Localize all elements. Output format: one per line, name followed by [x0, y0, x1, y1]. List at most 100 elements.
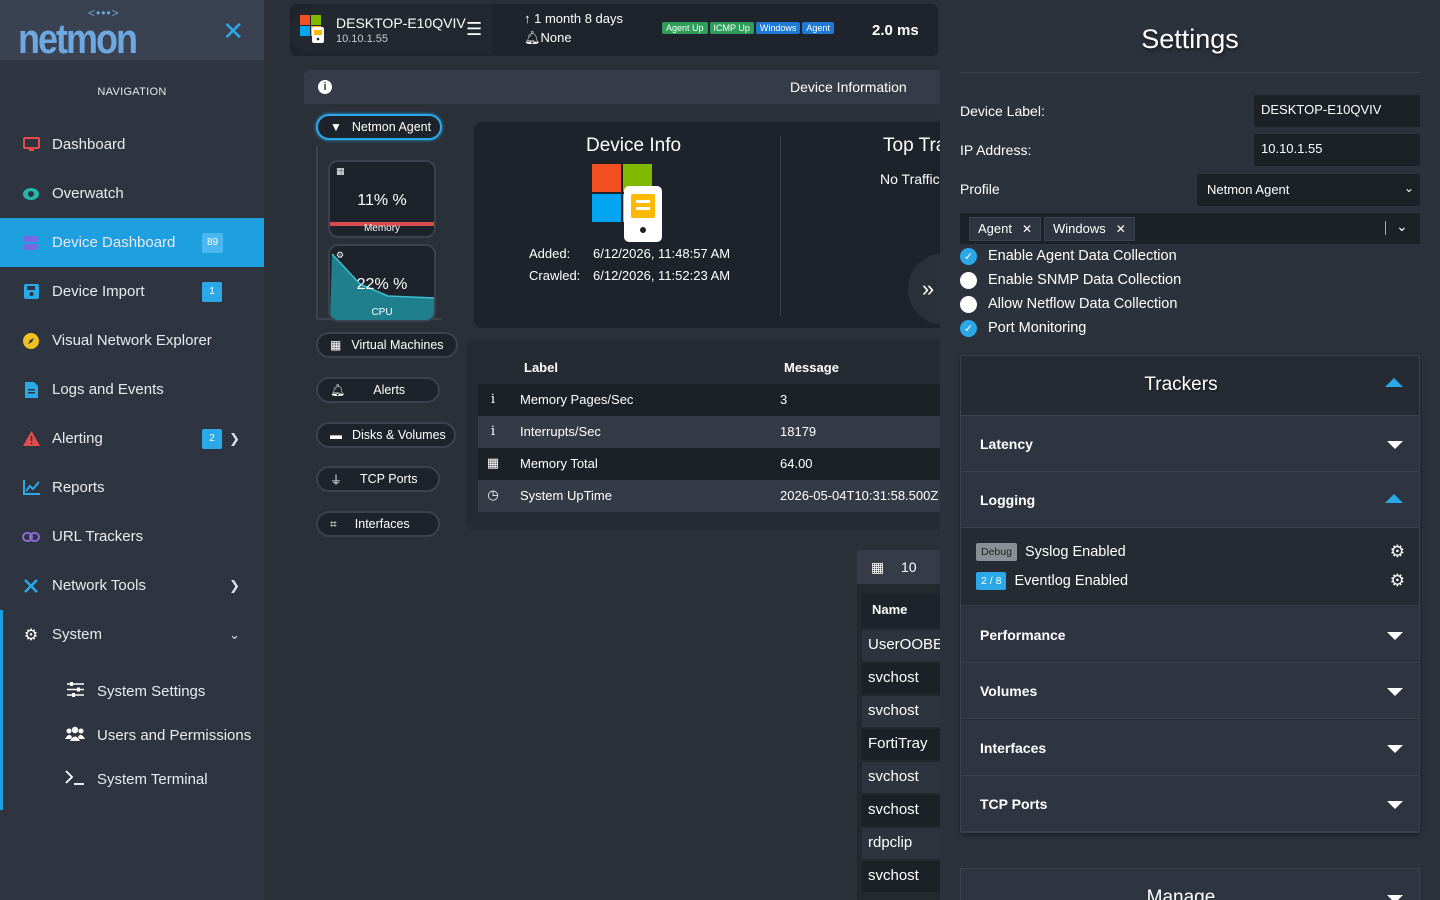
tcp-ports-button[interactable]: ⏚ TCP Ports [316, 466, 440, 492]
trackers-header[interactable]: Trackers [961, 356, 1419, 416]
accordion-performance[interactable]: Performance [961, 607, 1419, 663]
nav-item-visual-network-explorer[interactable]: Visual Network Explorer [0, 316, 264, 365]
chart-line-icon [22, 479, 40, 497]
ip-address-input[interactable]: 10.10.1.55 [1254, 134, 1420, 166]
device-pill[interactable]: DESKTOP-E10QVIV 10.10.1.55 ☰ [290, 6, 493, 54]
memory-gauge[interactable]: ▦ 11% % Memory [328, 160, 436, 238]
tools-icon [22, 577, 40, 595]
nav-item-logs-and-events[interactable]: Logs and Events [0, 365, 264, 414]
alerts-button[interactable]: 🔔︎ Alerts [316, 377, 440, 403]
clock-icon: ◷ [487, 488, 499, 503]
nav-item-url-trackers[interactable]: URL Trackers [0, 512, 264, 561]
nav-item-network-tools[interactable]: Network Tools ❯ [0, 561, 264, 610]
uptime: ↑ 1 month 8 days [524, 11, 623, 26]
link-icon [22, 528, 40, 546]
table-row[interactable]: i Interrupts/Sec 18179 [478, 416, 944, 448]
table-icon: ▦ [330, 338, 342, 352]
button-label: Virtual Machines [351, 338, 444, 352]
expand-caret-icon[interactable] [1387, 632, 1403, 640]
port-monitoring-checkbox[interactable]: ✓ Port Monitoring [960, 318, 1086, 338]
virtual-machines-button[interactable]: ▦ Virtual Machines [316, 332, 458, 358]
info-icon[interactable]: i [318, 80, 332, 94]
table-row[interactable]: ▦ Memory Total 64.00 [478, 448, 944, 480]
expand-caret-icon[interactable] [1387, 441, 1403, 449]
collapse-caret-icon[interactable] [1385, 378, 1403, 387]
col-label: Label [524, 360, 558, 375]
table-row[interactable]: svchost [862, 696, 941, 727]
hamburger-menu-icon[interactable]: ☰ [466, 19, 482, 40]
plug-icon: ⏚ [330, 472, 343, 487]
expand-caret-icon[interactable] [1387, 895, 1403, 900]
users-icon [65, 726, 85, 745]
nav-subitem-system-settings[interactable]: System Settings [3, 669, 264, 713]
profile-select[interactable]: Netmon Agent ⌄ [1197, 174, 1420, 206]
col-name[interactable]: Name [862, 594, 941, 628]
row-label: Memory Total [520, 456, 598, 471]
table-row[interactable]: FortiTray [862, 729, 941, 760]
tags-multiselect[interactable]: Agent ✕ Windows ✕ ⌄ [960, 213, 1420, 244]
chip-agent: Agent ✕ [969, 217, 1042, 241]
cpu-gauge[interactable]: ⚙ 22% % CPU [328, 244, 436, 322]
gear-icon[interactable]: ⚙ [1390, 542, 1405, 562]
nav-item-dashboard[interactable]: Dashboard [0, 120, 264, 169]
table-row[interactable]: svchost [862, 795, 941, 826]
table-row[interactable]: svchost [862, 861, 941, 892]
nav-label: System [52, 626, 103, 643]
remove-chip-icon[interactable]: ✕ [1022, 222, 1032, 236]
page-size-select[interactable]: 10 [901, 559, 917, 575]
remove-chip-icon[interactable]: ✕ [1116, 222, 1126, 236]
accordion-volumes[interactable]: Volumes [961, 663, 1419, 719]
snmp-collection-checkbox[interactable]: Enable SNMP Data Collection [960, 270, 1181, 290]
nav-label: Device Import [52, 283, 145, 300]
netmon-logo[interactable]: <•••> netmon [18, 6, 138, 62]
table-row[interactable]: ◷ System UpTime 2026-05-04T10:31:58.500Z [478, 480, 944, 512]
checkbox-label: Allow Netflow Data Collection [988, 296, 1178, 312]
tag-agent-up: Agent Up [662, 22, 708, 34]
nav-item-device-import[interactable]: Device Import 1 [0, 267, 264, 316]
agent-collection-checkbox[interactable]: ✓ Enable Agent Data Collection [960, 246, 1177, 266]
manage-panel[interactable]: Manage [960, 868, 1420, 900]
button-label: TCP Ports [360, 472, 418, 486]
nav-item-system[interactable]: ⚙ System ⌄ [3, 610, 264, 659]
alerts-text: None [540, 30, 572, 45]
nav-item-alerting[interactable]: Alerting 2 ❯ [0, 414, 264, 463]
table-row[interactable]: rdpclip [862, 828, 941, 859]
tag-agent: Agent [802, 22, 834, 34]
table-header: Label Message [478, 348, 944, 384]
device-label-input[interactable]: DESKTOP-E10QVIV [1254, 95, 1420, 127]
expand-caret-icon[interactable] [1387, 801, 1403, 809]
close-sidebar-icon[interactable]: ✕ [222, 16, 244, 47]
cpu-label: CPU [371, 307, 393, 318]
accordion-interfaces[interactable]: Interfaces [961, 720, 1419, 776]
nav-item-overwatch[interactable]: Overwatch [0, 169, 264, 218]
nav-sublabel: System Terminal [97, 770, 208, 788]
chevron-right-icon[interactable]: ❯ [229, 431, 240, 447]
expand-caret-icon[interactable] [1387, 688, 1403, 696]
device-count-badge: 89 [202, 232, 224, 253]
table-row[interactable]: svchost [862, 663, 941, 694]
interfaces-button[interactable]: ⌗ Interfaces [316, 511, 440, 537]
accordion-tcp-ports[interactable]: TCP Ports [961, 776, 1419, 832]
netflow-collection-checkbox[interactable]: Allow Netflow Data Collection [960, 294, 1177, 314]
table-row[interactable]: svchost [862, 762, 941, 793]
nav-item-device-dashboard[interactable]: Device Dashboard 89 [0, 218, 264, 267]
table-row[interactable]: i Memory Pages/Sec 3 [478, 384, 944, 416]
collapse-caret-icon[interactable] [1385, 494, 1403, 503]
nav-subitem-system-terminal[interactable]: System Terminal [3, 757, 264, 801]
netmon-agent-button[interactable]: ▼ Netmon Agent [316, 114, 442, 140]
expand-caret-icon[interactable] [1387, 745, 1403, 753]
accordion-logging[interactable]: Logging [961, 472, 1419, 528]
device-information-header: i Device Information [304, 70, 944, 104]
chevron-down-icon[interactable]: ⌄ [1396, 218, 1408, 235]
status-badge: Debug [976, 543, 1017, 561]
table-row[interactable]: UserOOBEBroker [862, 630, 941, 661]
chevron-down-icon[interactable]: ⌄ [229, 627, 240, 643]
import-count-badge: 1 [202, 281, 222, 302]
nav-item-reports[interactable]: Reports [0, 463, 264, 512]
bell-icon: 🔔︎ [330, 383, 346, 397]
disks-volumes-button[interactable]: ▬ Disks & Volumes [316, 422, 456, 448]
nav-subitem-users-and-permissions[interactable]: Users and Permissions [3, 713, 264, 757]
gear-icon[interactable]: ⚙ [1390, 571, 1405, 591]
chevron-right-icon[interactable]: ❯ [229, 578, 240, 594]
accordion-latency[interactable]: Latency [961, 416, 1419, 472]
